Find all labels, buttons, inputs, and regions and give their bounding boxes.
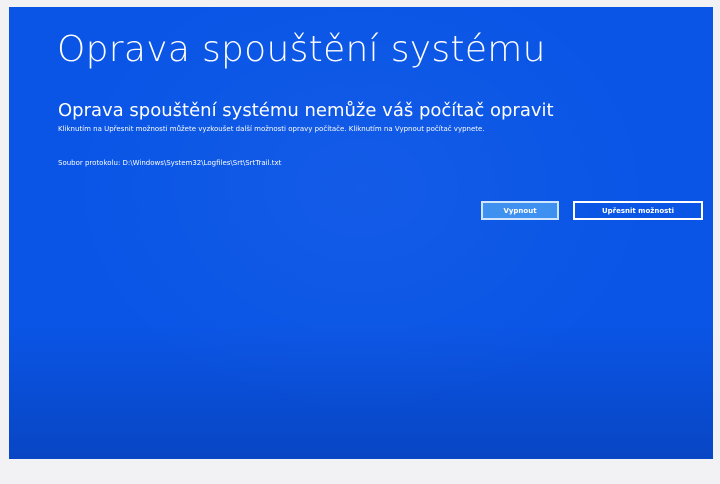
error-description: Kliknutím na Upřesnit možnosti můžete vy… [58, 125, 485, 133]
advanced-options-button[interactable]: Upřesnit možnosti [573, 201, 703, 220]
startup-repair-screen: Oprava spouštění systému Oprava spouštěn… [9, 7, 713, 459]
photo-frame: Oprava spouštění systému Oprava spouštěn… [0, 0, 720, 484]
shutdown-button[interactable]: Vypnout [481, 201, 559, 220]
log-file-path: Soubor protokolu: D:\Windows\System32\Lo… [58, 159, 282, 167]
page-title: Oprava spouštění systému [57, 29, 546, 70]
error-heading: Oprava spouštění systému nemůže váš počí… [58, 100, 554, 121]
